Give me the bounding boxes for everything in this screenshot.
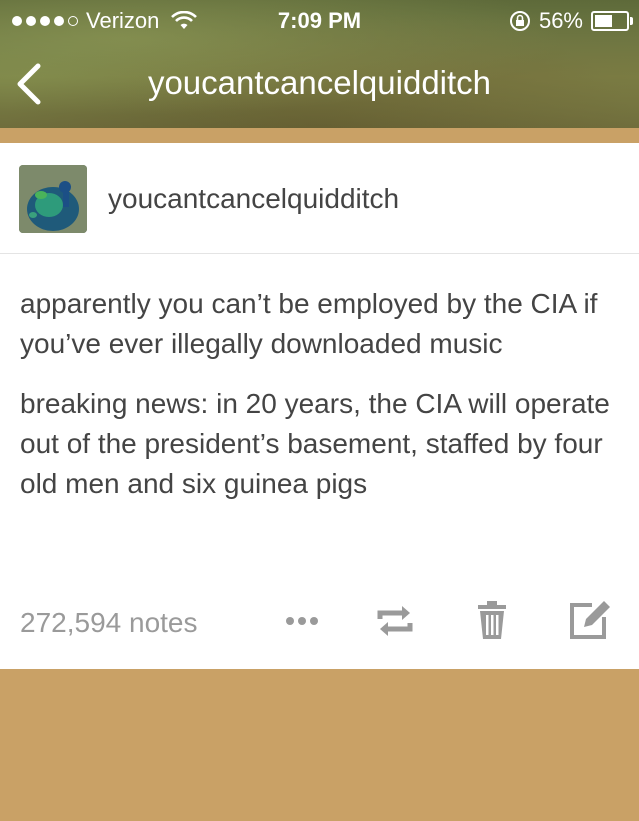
page-title: youcantcancelquidditch (147, 64, 492, 101)
reblog-icon[interactable] (374, 603, 416, 639)
lock-rotation-icon (509, 11, 530, 31)
status-right: 56% (509, 8, 633, 34)
more-icon[interactable] (284, 615, 324, 627)
post-header: youcantcancelquidditch (0, 143, 639, 254)
trash-icon[interactable] (476, 601, 508, 641)
notes-count[interactable]: 272,594 notes (20, 607, 198, 639)
peacock-avatar-image (19, 165, 87, 233)
post-paragraph: apparently you can’t be employed by the … (20, 288, 598, 359)
post-card: youcantcancelquidditch apparently you ca… (0, 143, 639, 669)
separator-strip (0, 128, 639, 142)
avatar[interactable] (19, 165, 87, 233)
post-body: apparently you can’t be employed by the … (0, 254, 639, 504)
post-footer: 272,594 notes (0, 593, 639, 649)
post-username[interactable]: youcantcancelquidditch (108, 183, 399, 215)
edit-icon[interactable] (568, 599, 612, 641)
battery-percent: 56% (538, 8, 583, 33)
post-paragraph: breaking news: in 20 years, the CIA will… (20, 388, 610, 499)
battery-icon (591, 11, 633, 31)
nav-header: Verizon 7:09 PM 56% youcantcancelquiddit… (0, 0, 639, 128)
status-bar: Verizon 7:09 PM 56% (0, 0, 639, 40)
